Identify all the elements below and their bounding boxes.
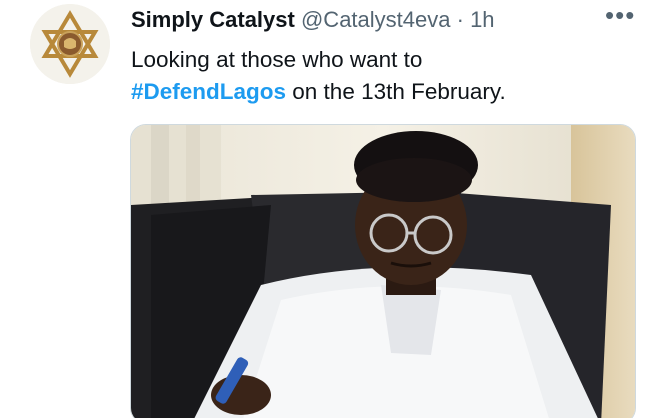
hashtag-link[interactable]: #DefendLagos xyxy=(131,79,286,104)
separator: · xyxy=(456,7,464,32)
tweet-text-rest: on the 13th February. xyxy=(286,79,506,104)
timestamp[interactable]: 1h xyxy=(470,7,494,32)
tweet[interactable]: Simply Catalyst @Catalyst4eva · 1h ••• L… xyxy=(0,0,664,418)
tweet-header: Simply Catalyst @Catalyst4eva · 1h xyxy=(131,6,495,34)
tweet-text: Looking at those who want to #DefendLago… xyxy=(131,44,641,108)
tweet-image[interactable] xyxy=(130,124,636,418)
photo-boy-in-glasses xyxy=(131,125,635,418)
star-of-david-emblem-icon xyxy=(30,4,110,84)
user-handle[interactable]: @Catalyst4eva xyxy=(301,7,451,32)
more-horizontal-icon[interactable]: ••• xyxy=(605,2,635,30)
tweet-text-line: Looking at those who want to xyxy=(131,47,423,72)
display-name[interactable]: Simply Catalyst xyxy=(131,7,295,32)
tweet-text-line-2: #DefendLagos on the 13th February. xyxy=(131,76,641,108)
avatar[interactable] xyxy=(30,4,110,84)
